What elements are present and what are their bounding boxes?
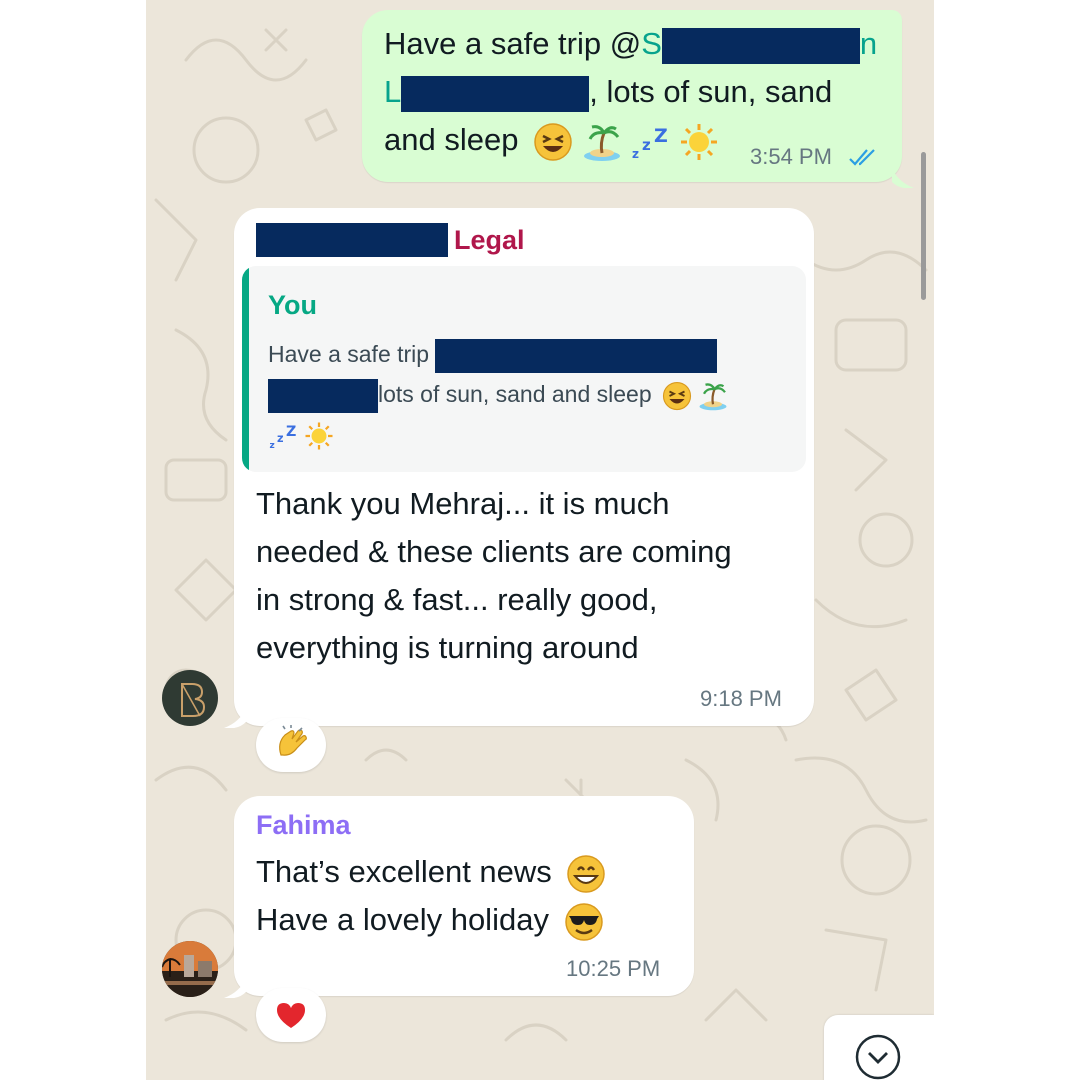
chat-area[interactable]: Have a safe trip @S n L , lots of sun, san… xyxy=(146,0,934,1080)
mention-fragment: L xyxy=(384,74,402,109)
message-timestamp: 10:25 PM xyxy=(566,956,661,981)
sender-avatar[interactable] xyxy=(162,941,218,997)
message-timestamp: 9:18 PM xyxy=(700,686,782,711)
svg-text:z: z xyxy=(277,432,284,445)
quote-accent-bar xyxy=(242,266,249,472)
scroll-to-bottom-button[interactable] xyxy=(824,1015,934,1080)
svg-text:Z: Z xyxy=(654,125,668,147)
message-reaction[interactable] xyxy=(256,718,326,772)
message-text: That’s excellent news Have a lovely holi… xyxy=(256,848,686,944)
sun-icon xyxy=(305,422,333,450)
redacted-block xyxy=(435,338,718,373)
laughing-face-icon xyxy=(662,381,692,410)
redacted-block xyxy=(256,223,448,257)
read-ticks-icon xyxy=(849,149,875,166)
svg-text:Z: Z xyxy=(286,424,296,440)
message-line: Have a safe trip @ xyxy=(384,26,642,61)
sender-role: Legal xyxy=(454,224,525,255)
brand-logo-icon xyxy=(181,683,206,717)
message-line: everything is turning around xyxy=(256,630,639,665)
sunglasses-face-icon xyxy=(564,903,603,941)
message-line: needed & these clients are coming xyxy=(256,534,732,569)
svg-text:z: z xyxy=(270,441,275,451)
bubble-tail xyxy=(892,168,914,188)
message-line: Thank you Mehraj... it is much xyxy=(256,486,670,521)
sender-avatar[interactable] xyxy=(162,670,218,726)
svg-text:z: z xyxy=(642,136,651,154)
scrollbar[interactable] xyxy=(921,152,926,300)
message-line: , lots of sun, sand xyxy=(589,74,833,109)
quoted-message[interactable]: You Have a safe trip lots of sun, sand a… xyxy=(242,266,806,472)
sender-name: Legal xyxy=(256,222,525,258)
chevron-down-icon xyxy=(855,1034,901,1080)
message-text: Thank you Mehraj... it is much needed & … xyxy=(256,480,806,672)
incoming-message[interactable]: Legal You Have a safe trip lots of sun, … xyxy=(224,208,814,728)
red-heart-icon xyxy=(277,1003,305,1028)
svg-text:z: z xyxy=(632,147,639,161)
zzz-icon: z z Z xyxy=(270,424,297,451)
sender-name: Fahima xyxy=(256,810,351,840)
outgoing-message[interactable]: Have a safe trip @S n L , lots of sun, san… xyxy=(362,10,914,188)
quote-author: You xyxy=(268,290,317,320)
message-line: in strong & fast... really good, xyxy=(256,582,658,617)
message-reaction[interactable] xyxy=(256,988,326,1042)
redacted-block xyxy=(401,75,590,112)
quote-line: Have a safe trip xyxy=(268,341,430,367)
sun-icon xyxy=(680,123,717,160)
bubble-tail xyxy=(224,978,246,998)
mention-fragment: n xyxy=(859,26,878,61)
message-line: That’s excellent news xyxy=(256,854,552,889)
redacted-block xyxy=(661,27,860,64)
message-timestamp: 3:54 PM xyxy=(750,144,832,169)
zzz-icon: z z Z xyxy=(632,125,668,161)
message-line: Have a lovely holiday xyxy=(256,902,549,937)
desert-island-icon xyxy=(699,383,727,411)
profile-photo-icon xyxy=(162,941,218,997)
message-line: and sleep xyxy=(384,122,519,157)
mention-fragment: S xyxy=(641,26,662,61)
message-text: Have a safe trip @S n L , lots of sun, san… xyxy=(384,20,884,164)
incoming-message[interactable]: Fahima That’s excellent news Have a love… xyxy=(224,796,694,998)
laughing-face-icon xyxy=(534,123,572,161)
redacted-block xyxy=(268,378,378,413)
desert-island-icon xyxy=(583,124,620,161)
grinning-face-icon xyxy=(567,855,606,893)
bubble-tail xyxy=(224,708,246,728)
clapping-hands-icon xyxy=(279,725,307,756)
quote-line: lots of sun, sand and sleep xyxy=(378,381,652,407)
